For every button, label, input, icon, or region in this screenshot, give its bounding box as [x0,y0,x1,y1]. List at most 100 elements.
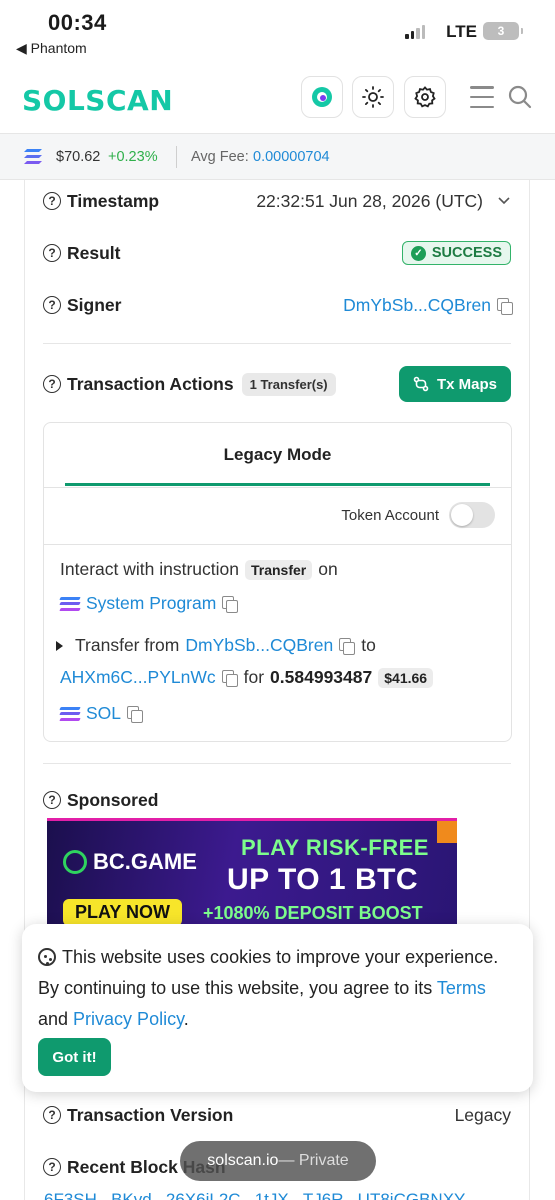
avg-fee-value[interactable]: 0.00000704 [253,149,330,165]
status-badge: ✓ SUCCESS [401,241,511,265]
cookie-icon [38,948,56,966]
sol-token-link[interactable]: SOL [86,703,121,724]
transfer-from-text: Transfer from [75,635,180,655]
privacy-policy-link[interactable]: Privacy Policy [73,1009,184,1029]
transfer-amount-line: AHXm6C...PYLnWc for 0.584993487 $41.66 [60,667,501,688]
terms-link[interactable]: Terms [437,978,486,998]
token-account-toggle[interactable] [449,502,495,528]
help-icon[interactable]: ? [43,296,61,314]
help-icon[interactable]: ? [43,244,61,262]
instruction-chip: Transfer [244,559,313,580]
sponsored-row: ? Sponsored [43,785,511,815]
status-time: 00:34 [48,10,107,35]
usd-value-badge: $41.66 [378,667,434,688]
help-icon[interactable]: ? [43,192,61,210]
result-label: Result [67,242,121,263]
copy-icon[interactable] [221,670,238,687]
help-icon[interactable]: ? [43,375,61,393]
solana-icon [59,596,81,611]
divider [43,343,511,344]
for-text: for [243,667,265,687]
sun-icon [362,86,384,108]
browser-domain: solscan.io [207,1152,279,1169]
sol-price: $70.62 [56,149,101,165]
to-address-link[interactable]: AHXm6C...PYLnWc [60,667,216,688]
copy-icon[interactable] [339,638,356,655]
recent-block-hash-link[interactable]: 6F3SH...BKvd...26X6iL2C...1tJX...TJ6R...… [44,1190,465,1200]
help-icon[interactable]: ? [43,791,61,809]
sponsored-label: Sponsored [67,789,159,810]
divider [176,146,177,168]
actions-label: Transaction Actions [67,373,234,394]
cookie-and-text: and [38,1009,74,1029]
timestamp-label: Timestamp [67,190,160,211]
site-header: SOLSCAN [0,62,555,134]
active-tab-indicator [65,483,490,486]
cookie-text: This website uses cookies to improve you… [38,947,499,998]
copy-icon[interactable] [127,706,144,723]
instruction-line: Interact with instruction Transfer on [60,559,501,580]
browser-address-pill[interactable]: solscan.io — Private [180,1141,376,1181]
system-program-link[interactable]: System Program [86,593,216,614]
search-icon[interactable] [507,84,533,110]
actions-panel: Legacy Mode Token Account Interact with … [43,422,512,742]
chevron-down-icon[interactable] [497,196,511,206]
program-line: System Program [59,593,501,614]
transaction-actions-row: ? Transaction Actions 1 Transfer(s) Tx Ma… [43,366,511,402]
instruction-on-text: on [318,559,338,579]
timestamp-value: 22:32:51 Jun 28, 2026 (UTC) [256,190,483,211]
banner-headline: PLAY RISK-FREE [241,835,429,860]
play-now-button[interactable]: PLAY NOW [63,899,183,926]
cookie-dot: . [183,1009,189,1029]
help-icon[interactable]: ? [43,1158,61,1176]
banner-bonus: +1080% DEPOSIT BOOST [203,903,423,923]
from-address-link[interactable]: DmYbSb...CQBren [185,635,333,656]
token-line: SOL [59,703,501,724]
gear-icon [414,86,436,108]
browser-private-mode: — Private [278,1152,349,1169]
check-icon: ✓ [410,245,426,261]
avg-fee-label: Avg Fee: [191,149,249,165]
transfer-count-badge: 1 Transfer(s) [241,372,336,396]
network-type: LTE [446,22,477,41]
signer-address-link[interactable]: DmYbSb...CQBren [343,295,491,316]
expand-caret-icon[interactable] [56,640,63,651]
divider [43,763,511,764]
copy-icon[interactable] [222,596,239,613]
version-value: Legacy [454,1104,511,1125]
signer-label: Signer [67,294,122,315]
cookie-consent-dialog: This website uses cookies to improve you… [22,924,533,1092]
token-account-toggle-row: Token Account [341,502,495,528]
transfer-line: Transfer from DmYbSb...CQBren to [50,635,501,656]
copy-icon[interactable] [497,297,513,315]
solscan-app-button[interactable] [301,76,343,118]
divider [44,544,511,545]
status-bar: 00:34 ◀ Phantom LTE 3 [0,0,555,62]
divider [44,487,511,488]
sponsored-banner[interactable]: BC.GAME PLAY RISK-FREE UP TO 1 BTC PLAY … [47,818,457,928]
got-it-button[interactable]: Got it! [38,1038,111,1076]
instruction-text: Interact with instruction [60,559,239,579]
help-icon[interactable]: ? [43,1106,61,1124]
cellular-signal-icon [405,25,425,39]
solscan-logo[interactable]: SOLSCAN [22,84,173,117]
solscan-mark-icon [312,87,332,107]
bc-game-brand-text: BC.GAME [93,849,197,874]
transaction-version-row: ? Transaction Version Legacy [43,1100,511,1130]
tx-maps-button[interactable]: Tx Maps [398,366,511,402]
result-row: ? Result ✓ SUCCESS [43,238,511,268]
battery-icon: 3 [483,22,523,40]
token-account-label: Token Account [341,506,439,524]
settings-button[interactable] [404,76,446,118]
bc-game-logo: BC.GAME [63,849,197,875]
flow-icon [413,376,429,392]
banner-offer: UP TO 1 BTC [227,863,419,896]
menu-icon[interactable] [470,86,494,108]
price-bar: $70.62 +0.23% Avg Fee: 0.00000704 [0,134,555,180]
sol-price-change: +0.23% [108,149,158,165]
back-to-app-link[interactable]: ◀ Phantom [16,40,87,57]
theme-toggle-button[interactable] [352,76,394,118]
mascot-icon [437,821,457,843]
cookie-message: This website uses cookies to improve you… [38,942,519,1035]
tab-legacy-mode[interactable]: Legacy Mode [44,423,511,487]
